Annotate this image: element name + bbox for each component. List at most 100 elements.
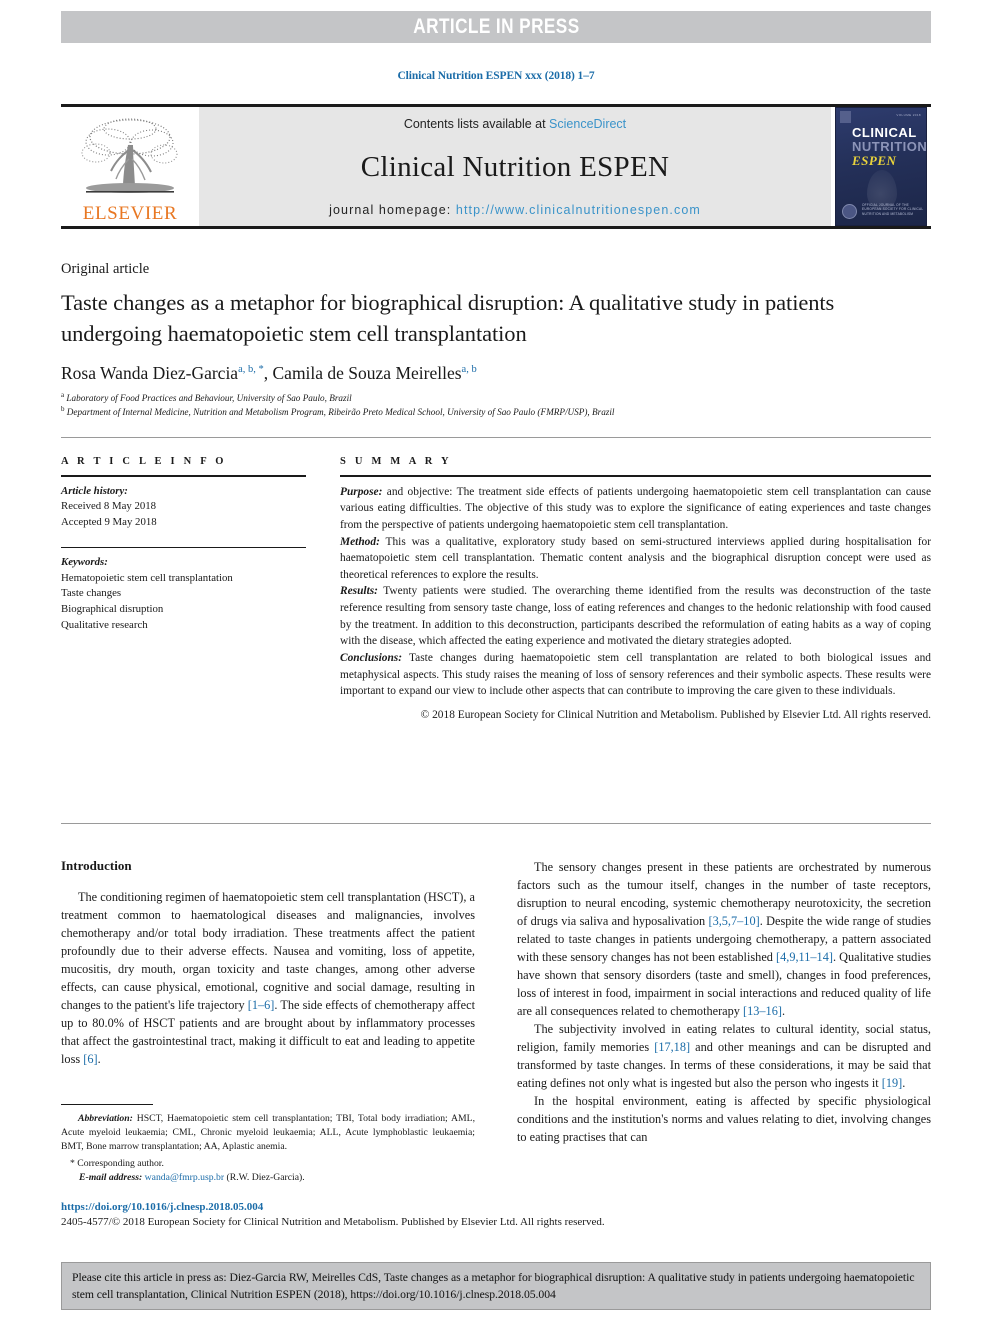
summary-label-results: Results:	[340, 585, 378, 598]
paragraph-text: .	[97, 1052, 101, 1066]
journal-homepage-link[interactable]: http://www.clinicalnutritionespen.com	[456, 203, 701, 217]
article-in-press-label: ARTICLE IN PRESS	[412, 15, 580, 38]
summary-section: S U M M A R Y Purpose: and objective: Th…	[340, 456, 931, 724]
footnote-block: Abbreviation: HSCT, Haematopoietic stem …	[61, 1112, 475, 1185]
article-in-press-banner: ARTICLE IN PRESS	[61, 11, 931, 43]
summary-rule	[340, 475, 931, 477]
author-name-2: Camila de Souza Meirelles	[272, 363, 462, 383]
summary-label-purpose: Purpose:	[340, 485, 383, 498]
abbreviation-label: Abbreviation:	[78, 1113, 133, 1124]
body-paragraph: The sensory changes present in these pat…	[517, 858, 931, 1020]
keyword-item: Biographical disruption	[61, 603, 164, 616]
sciencedirect-link[interactable]: ScienceDirect	[549, 117, 626, 131]
email-address-label: E-mail address:	[79, 1172, 143, 1184]
contents-lists-line: Contents lists available at ScienceDirec…	[404, 117, 626, 131]
author-affiliation-marks-2[interactable]: a, b	[462, 364, 477, 375]
citation-reference[interactable]: [6]	[83, 1052, 97, 1066]
section-heading-introduction: Introduction	[61, 858, 132, 873]
summary-paragraph: Conclusions: Taste changes during haemat…	[340, 650, 931, 700]
homepage-prefix: journal homepage:	[329, 203, 456, 217]
affiliation-mark-a: a	[61, 391, 65, 399]
article-type-label: Original article	[61, 261, 150, 277]
cover-line-espen: ESPEN	[852, 153, 897, 168]
asterisk-icon: *	[70, 1158, 75, 1170]
summary-paragraph: Method: This was a qualitative, explorat…	[340, 534, 931, 584]
summary-copyright: © 2018 European Society for Clinical Nut…	[420, 708, 931, 721]
summary-heading: S U M M A R Y	[340, 456, 452, 467]
author-name-1: Rosa Wanda Diez-Garcia	[61, 363, 239, 383]
journal-cover-thumbnail: VOLUME 2018 CLINICAL NUTRITION ESPEN OFF…	[835, 107, 927, 226]
contents-prefix: Contents lists available at	[403, 117, 550, 131]
citation-reference[interactable]: [3,5,7–10]	[708, 914, 759, 928]
article-info-rule	[61, 475, 306, 477]
summary-label-method: Method:	[340, 535, 380, 548]
cover-line-nutrition: NUTRITION	[852, 139, 927, 154]
journal-homepage-line: journal homepage: http://www.clinicalnut…	[329, 203, 701, 217]
paragraph-text: In the hospital environment, eating is a…	[517, 1094, 931, 1144]
summary-text-purpose: and objective: The treatment side effect…	[340, 485, 931, 531]
cover-society-note: OFFICIAL JOURNAL OF THE EUROPEAN SOCIETY…	[862, 202, 924, 217]
elsevier-logo: ELSEVIER	[61, 107, 199, 226]
elsevier-tree-icon	[81, 118, 178, 193]
summary-text-conclusions: Taste changes during haematopoietic stem…	[340, 652, 931, 698]
body-column-left: Introduction The conditioning regimen of…	[61, 858, 475, 1068]
keyword-item: Hematopoietic stem cell transplantation	[61, 571, 233, 584]
summary-label-conclusions: Conclusions:	[340, 652, 403, 664]
affiliation-item: a Laboratory of Food Practices and Behav…	[61, 391, 921, 405]
affiliation-list: a Laboratory of Food Practices and Behav…	[61, 391, 921, 419]
summary-paragraph: Results: Twenty patients were studied. T…	[340, 583, 931, 650]
author-separator: ,	[263, 363, 273, 383]
paragraph-text: The conditioning regimen of haematopoiet…	[61, 890, 475, 1012]
affiliation-mark-b: b	[61, 405, 65, 414]
affiliation-text-a: Laboratory of Food Practices and Behavio…	[66, 393, 352, 404]
keyword-item: Qualitative research	[61, 618, 148, 631]
keyword-item: Taste changes	[61, 587, 122, 600]
citation-reference[interactable]: [19]	[882, 1076, 903, 1090]
summary-body: Purpose: and objective: The treatment si…	[340, 484, 931, 724]
paragraph-text: .	[781, 1004, 786, 1018]
email-owner: (R.W. Diez-Garcia).	[224, 1172, 305, 1184]
paragraph-text: .	[902, 1076, 906, 1090]
summary-paragraph: Purpose: and objective: The treatment si…	[340, 484, 931, 534]
author-affiliation-marks-1[interactable]: a, b, *	[238, 364, 264, 375]
summary-text-method: This was a qualitative, exploratory stud…	[340, 535, 931, 581]
body-paragraph: The conditioning regimen of haematopoiet…	[61, 888, 475, 1068]
keywords-block: Keywords: Hematopoietic stem cell transp…	[61, 555, 306, 633]
article-info-heading: A R T I C L E I N F O	[61, 456, 227, 467]
body-column-right: The sensory changes present in these pat…	[517, 858, 931, 1146]
article-history-received: Received 8 May 2018	[61, 500, 157, 513]
please-cite-text: Please cite this article in press as: Di…	[72, 1271, 915, 1302]
corresponding-author-label: Corresponding author.	[77, 1158, 164, 1170]
abbreviation-note: Abbreviation: HSCT, Haematopoietic stem …	[61, 1112, 475, 1153]
please-cite-box: Please cite this article in press as: Di…	[61, 1262, 931, 1310]
citation-reference[interactable]: [1–6]	[248, 998, 275, 1012]
citation-reference[interactable]: [17,18]	[654, 1040, 690, 1054]
cover-publisher-mark	[840, 111, 851, 123]
journal-masthead: ELSEVIER Contents lists available at Sci…	[61, 104, 931, 229]
cover-volume-note: VOLUME 2018	[896, 113, 921, 117]
corresponding-author-note: * Corresponding author.	[61, 1157, 475, 1171]
footnote-divider	[61, 1104, 153, 1105]
body-paragraph: The subjectivity involved in eating rela…	[517, 1020, 931, 1092]
abstract-bottom-divider	[61, 823, 931, 824]
summary-text-results: Twenty patients were studied. The overar…	[340, 585, 931, 648]
author-list: Rosa Wanda Diez-Garciaa, b, *, Camila de…	[61, 363, 921, 384]
body-paragraph: In the hospital environment, eating is a…	[517, 1092, 931, 1146]
keywords-label: Keywords:	[61, 556, 108, 569]
issn-copyright-line: 2405-4577/© 2018 European Society for Cl…	[61, 1216, 605, 1228]
cover-society-badge-icon	[842, 204, 857, 219]
abstract-top-divider	[61, 437, 931, 438]
doi-link[interactable]: https://doi.org/10.1016/j.clnesp.2018.05…	[61, 1201, 263, 1213]
article-history-accepted: Accepted 9 May 2018	[61, 515, 157, 528]
page-title: Taste changes as a metaphor for biograph…	[61, 290, 835, 346]
cover-line-clinical: CLINICAL	[852, 125, 917, 140]
article-history-label: Article history:	[61, 484, 128, 497]
journal-title: Clinical Nutrition ESPEN	[360, 150, 670, 183]
running-head-citation: Clinical Nutrition ESPEN xxx (2018) 1–7	[397, 70, 595, 82]
email-address-link[interactable]: wanda@fmrp.usp.br	[145, 1172, 224, 1183]
article-history-block: Article history: Received 8 May 2018 Acc…	[61, 484, 306, 531]
masthead-center: Contents lists available at ScienceDirec…	[199, 107, 831, 226]
keywords-rule	[61, 546, 306, 549]
citation-reference[interactable]: [13–16]	[743, 1004, 782, 1018]
citation-reference[interactable]: [4,9,11–14]	[776, 950, 833, 964]
